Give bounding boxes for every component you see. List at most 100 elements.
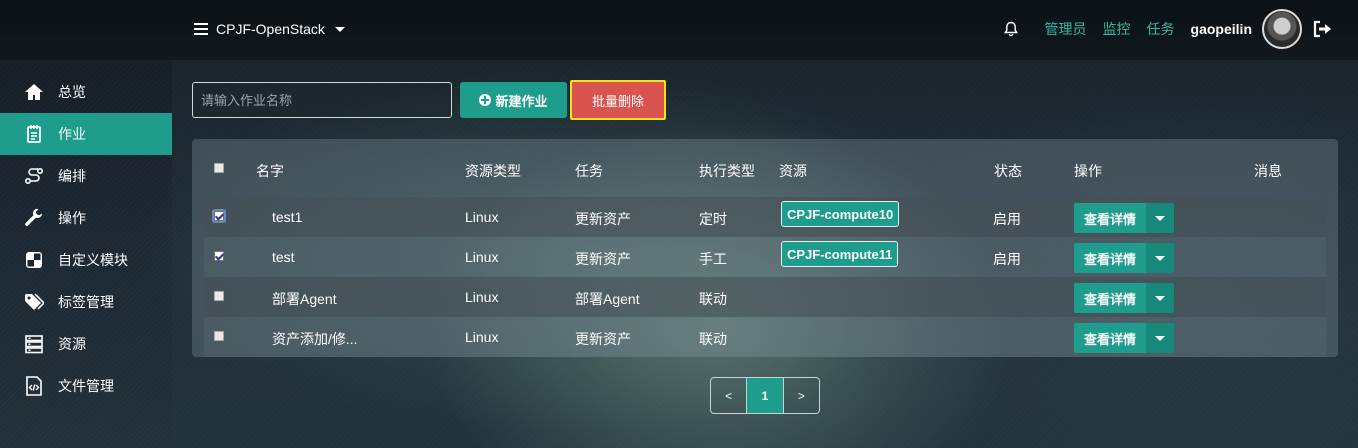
action-dropdown-toggle[interactable] [1146, 283, 1174, 313]
flow-icon [24, 167, 44, 185]
avatar[interactable] [1262, 9, 1302, 49]
action-button-group: 查看详情 [1074, 203, 1174, 233]
col-status: 状态 [994, 163, 1022, 179]
bell-icon[interactable] [1003, 21, 1019, 37]
job-exec-type: 定时 [699, 211, 727, 227]
sidebar-item-custom-modules[interactable]: 自定义模块 [0, 239, 172, 281]
action-button-group: 查看详情 [1074, 243, 1174, 273]
caret-down-icon [1155, 335, 1165, 341]
list-icon [194, 23, 208, 35]
module-icon [26, 252, 42, 268]
sidebar-item-resources[interactable]: 资源 [0, 323, 172, 365]
col-message: 消息 [1254, 163, 1282, 179]
sidebar-item-overview[interactable]: 总览 [0, 71, 172, 113]
action-dropdown-toggle[interactable] [1146, 243, 1174, 273]
job-exec-type: 手工 [699, 251, 727, 267]
caret-down-icon [1155, 215, 1165, 221]
sign-out-icon[interactable] [1312, 20, 1332, 38]
project-switcher[interactable]: CPJF-OpenStack [194, 20, 345, 38]
table-row: 资产添加/修... Linux 更新资产 联动 查看详情 [204, 317, 1326, 357]
row-checkbox[interactable] [214, 251, 224, 261]
col-resource: 资源 [779, 163, 807, 179]
server-icon [25, 335, 43, 354]
resource-tag: CPJF-compute10 [781, 201, 900, 227]
resource-tag: CPJF-compute11 [781, 241, 899, 267]
tags-icon [25, 293, 44, 310]
notepad-icon [27, 125, 41, 143]
top-navbar: CPJF-OpenStack 管理员 监控 任务 gaopeilin [0, 0, 1358, 60]
sidebar-item-label: 编排 [58, 168, 86, 184]
view-details-button[interactable]: 查看详情 [1074, 323, 1146, 353]
col-task: 任务 [575, 163, 603, 179]
job-resource-type: Linux [465, 209, 499, 225]
action-dropdown-toggle[interactable] [1146, 323, 1174, 353]
sidebar-item-label: 标签管理 [58, 294, 114, 310]
sidebar-item-files[interactable]: 文件管理 [0, 365, 172, 407]
job-search-input[interactable] [192, 82, 452, 118]
job-resource-type: Linux [465, 329, 499, 345]
tasks-link[interactable]: 任务 [1147, 19, 1175, 39]
view-details-button[interactable]: 查看详情 [1074, 203, 1146, 233]
job-name: 资产添加/修... [272, 331, 358, 347]
sidebar: 总览 作业 编排 操作 自定义模块 标签管理 资源 文件管理 [0, 71, 172, 407]
table-row: test Linux 更新资产 手工 CPJF-compute11 启用 查看详… [204, 237, 1326, 277]
file-code-icon [26, 376, 42, 396]
sidebar-item-label: 总览 [58, 84, 86, 100]
project-name: CPJF-OpenStack [216, 21, 325, 37]
pagination: < 1 > [710, 377, 820, 414]
job-exec-type: 联动 [699, 291, 727, 307]
wrench-icon [25, 208, 43, 226]
main-content: 新建作业 批量删除 名字 资源类型 任务 执行类型 资源 状态 操作 消息 te… [172, 60, 1358, 448]
col-actions: 操作 [1074, 163, 1102, 179]
job-name: 部署Agent [272, 291, 337, 307]
select-all-checkbox[interactable] [214, 163, 224, 173]
job-task: 更新资产 [575, 251, 631, 267]
sidebar-item-label: 资源 [58, 336, 86, 352]
new-job-label: 新建作业 [495, 93, 548, 109]
job-status: 启用 [993, 251, 1021, 267]
admin-link[interactable]: 管理员 [1045, 19, 1087, 39]
view-details-button[interactable]: 查看详情 [1074, 243, 1146, 273]
job-name: test1 [272, 209, 303, 225]
table-row: test1 Linux 更新资产 定时 CPJF-compute10 启用 查看… [204, 197, 1326, 237]
job-resource-type: Linux [465, 249, 499, 265]
row-checkbox[interactable] [214, 291, 224, 301]
job-exec-type: 联动 [699, 331, 727, 347]
row-checkbox[interactable] [214, 211, 224, 221]
home-icon [25, 84, 43, 100]
sidebar-item-jobs[interactable]: 作业 [0, 113, 172, 155]
sidebar-item-operations[interactable]: 操作 [0, 197, 172, 239]
col-exec-type: 执行类型 [699, 163, 755, 179]
prev-page-button[interactable]: < [711, 378, 746, 413]
jobs-table: 名字 资源类型 任务 执行类型 资源 状态 操作 消息 test1 Linux … [192, 139, 1338, 357]
action-button-group: 查看详情 [1074, 323, 1174, 353]
next-page-button[interactable]: > [782, 378, 819, 413]
new-job-button[interactable]: 新建作业 [460, 82, 567, 118]
chevron-down-icon [334, 26, 345, 32]
col-resource-type: 资源类型 [465, 163, 521, 179]
col-name: 名字 [256, 163, 284, 179]
sidebar-item-tags[interactable]: 标签管理 [0, 281, 172, 323]
plus-circle-icon [479, 94, 492, 106]
username[interactable]: gaopeilin [1191, 21, 1252, 37]
sidebar-item-orchestration[interactable]: 编排 [0, 155, 172, 197]
view-details-button[interactable]: 查看详情 [1074, 283, 1146, 313]
table-header: 名字 资源类型 任务 执行类型 资源 状态 操作 消息 [192, 139, 1338, 197]
sidebar-item-label: 自定义模块 [58, 252, 128, 268]
row-checkbox[interactable] [214, 331, 224, 341]
sidebar-item-label: 作业 [58, 126, 86, 142]
action-button-group: 查看详情 [1074, 283, 1174, 313]
caret-down-icon [1155, 255, 1165, 261]
job-status: 启用 [993, 211, 1021, 227]
sidebar-item-label: 文件管理 [58, 378, 114, 394]
sidebar-item-label: 操作 [58, 210, 86, 226]
job-resource-type: Linux [465, 289, 499, 305]
action-dropdown-toggle[interactable] [1146, 203, 1174, 233]
table-row: 部署Agent Linux 部署Agent 联动 查看详情 [204, 277, 1326, 317]
monitor-link[interactable]: 监控 [1103, 19, 1131, 39]
page-button-current[interactable]: 1 [746, 378, 783, 413]
batch-delete-button[interactable]: 批量删除 [570, 80, 666, 120]
job-name: test [272, 249, 295, 265]
job-task: 更新资产 [575, 211, 631, 227]
caret-down-icon [1155, 295, 1165, 301]
